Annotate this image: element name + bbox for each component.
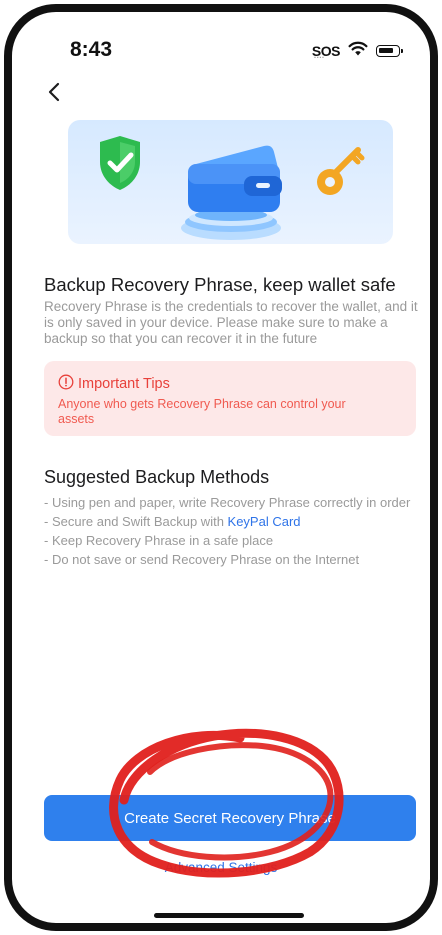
back-button[interactable] — [40, 78, 68, 110]
method-item: - Keep Recovery Phrase in a safe place — [44, 533, 274, 548]
tips-title: Important Tips — [78, 376, 170, 392]
alert-circle-icon — [58, 374, 74, 394]
status-time: 8:43 — [70, 38, 113, 61]
method-item: - Secure and Swift Backup with KeyPal Ca… — [44, 514, 414, 530]
phone-frame: 8:43 SOS ···· Backup Recovery Phrase, ke… — [4, 4, 438, 931]
tips-header: Important Tips — [58, 374, 416, 394]
page-description: Recovery Phrase is the credentials to re… — [44, 299, 418, 346]
wifi-icon — [348, 41, 368, 61]
method-item: - Using pen and paper, write Recovery Ph… — [44, 495, 411, 510]
hero-illustration — [68, 120, 393, 244]
methods-title: Suggested Backup Methods — [44, 467, 270, 487]
important-tips-box: Important Tips Anyone who gets Recovery … — [44, 361, 416, 436]
key-icon — [317, 147, 365, 195]
status-icons: SOS — [312, 41, 403, 62]
advanced-settings-link[interactable]: Advanced Settings — [12, 860, 430, 875]
create-recovery-phrase-button[interactable]: Create Secret Recovery Phrase — [44, 795, 416, 841]
shield-check-icon — [100, 136, 140, 190]
methods-list: - Using pen and paper, write Recovery Ph… — [44, 495, 414, 571]
page-title: Backup Recovery Phrase, keep wallet safe — [44, 274, 396, 295]
tips-text: Anyone who gets Recovery Phrase can cont… — [58, 397, 346, 426]
method-item: - Do not save or send Recovery Phrase on… — [44, 552, 360, 567]
chevron-left-icon — [47, 81, 61, 108]
sos-indicator: SOS — [312, 43, 341, 62]
status-bar: 8:43 SOS — [12, 12, 430, 88]
wallet-icon — [188, 145, 282, 212]
keypal-card-link[interactable]: KeyPal Card — [228, 514, 301, 529]
pedestal — [181, 209, 281, 240]
battery-icon — [376, 45, 403, 57]
method-item-text: - Secure and Swift Backup with — [44, 514, 228, 529]
home-indicator — [154, 913, 304, 918]
